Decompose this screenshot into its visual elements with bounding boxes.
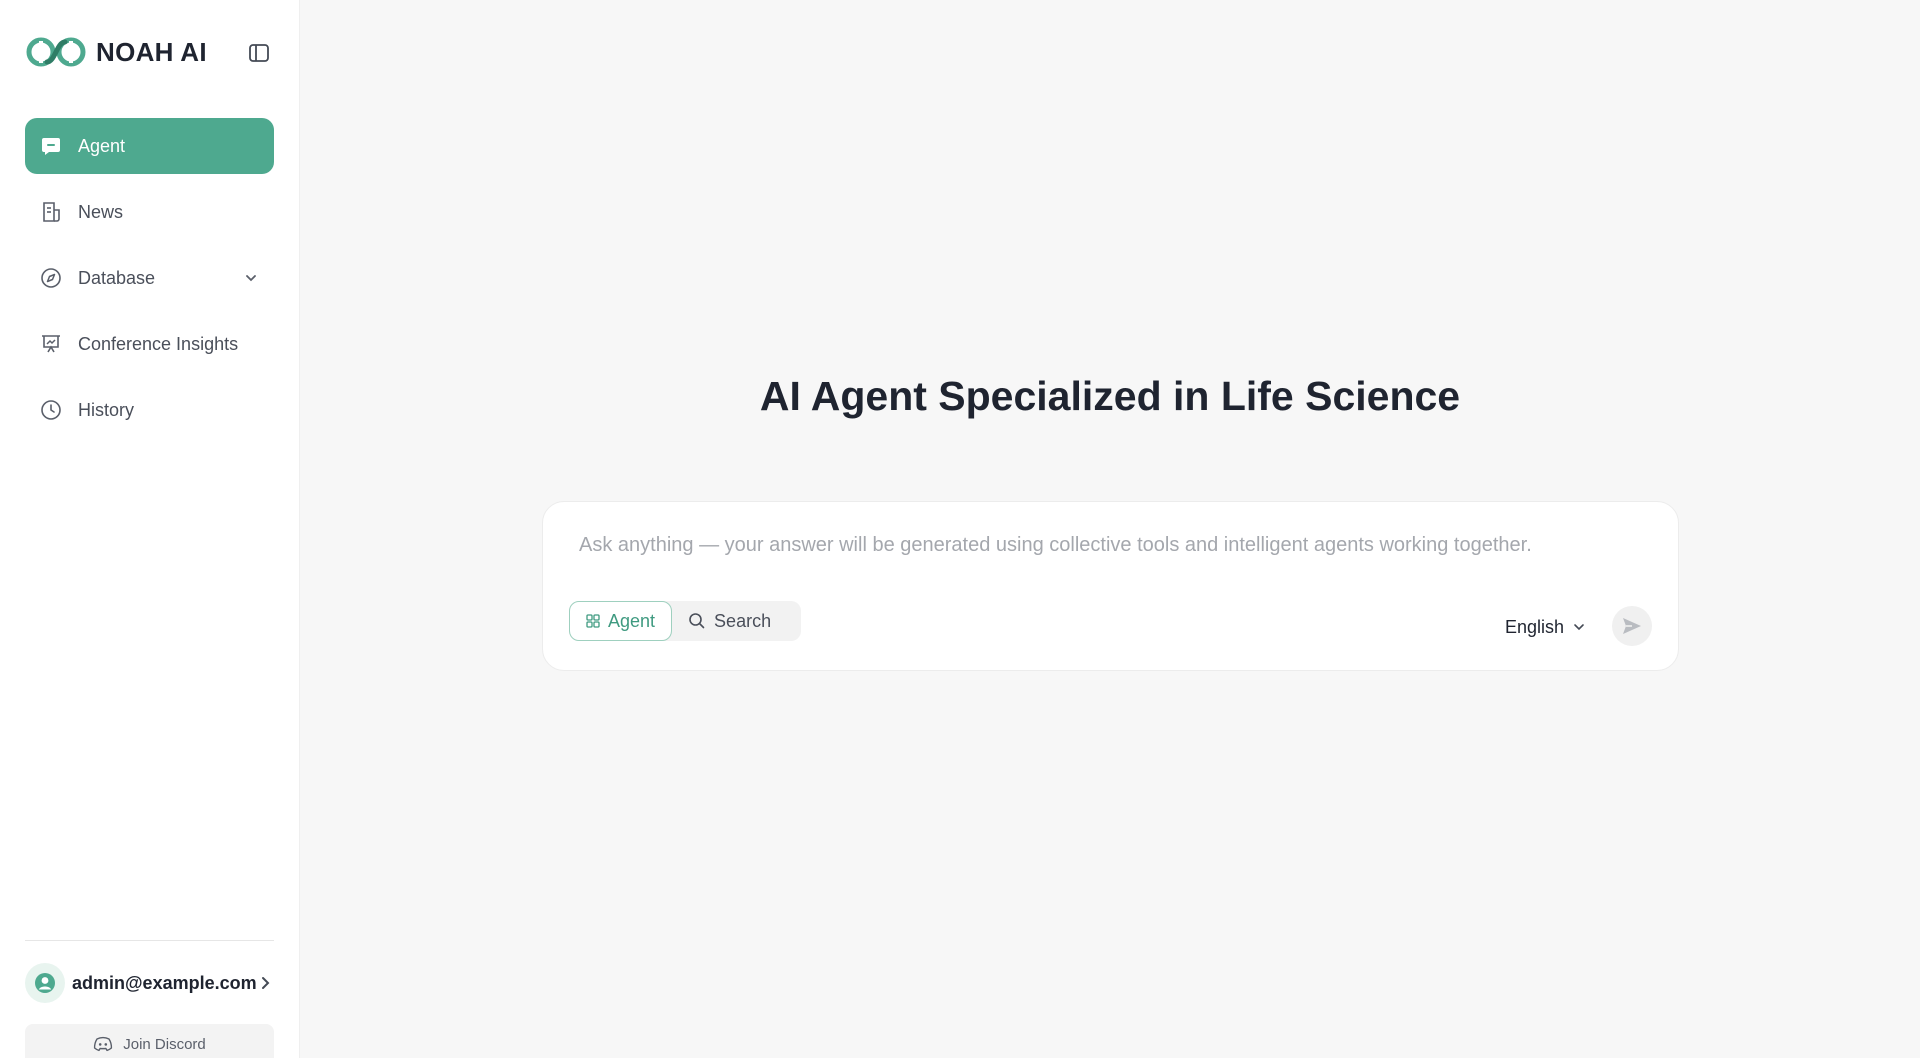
user-avatar-icon: [35, 973, 55, 993]
chevron-down-icon: [1572, 620, 1586, 634]
chat-input[interactable]: [579, 530, 1639, 560]
presentation-icon: [39, 332, 63, 356]
sidebar-divider: [25, 940, 274, 941]
user-menu[interactable]: admin@example.com: [25, 962, 274, 1004]
mode-search-button[interactable]: Search: [672, 601, 787, 641]
sidebar-item-label: News: [78, 201, 124, 222]
join-discord-button[interactable]: Join Discord: [25, 1024, 274, 1058]
join-discord-label: Join Discord: [123, 1035, 206, 1053]
sidebar-item-label: History: [78, 399, 135, 420]
noah-logo-icon: [26, 37, 86, 67]
sidebar-item-label: Conference Insights: [78, 333, 239, 354]
discord-icon: [94, 1036, 113, 1052]
agent-grid-icon: [586, 614, 600, 628]
send-icon: [1623, 618, 1641, 634]
chevron-right-icon: [260, 976, 274, 990]
brand[interactable]: NOAH AI: [25, 32, 207, 72]
sidebar-toggle-icon: [249, 44, 269, 62]
mode-agent-label: Agent: [608, 610, 656, 631]
newspaper-icon: [39, 200, 63, 224]
page-title: AI Agent Specialized in Life Science: [759, 373, 1461, 419]
avatar: [25, 963, 65, 1003]
chat-bubble-icon: [39, 134, 63, 158]
mode-agent-button[interactable]: Agent: [569, 601, 673, 641]
language-value: English: [1505, 616, 1565, 637]
sidebar-item-history[interactable]: History: [25, 382, 274, 438]
search-icon: [689, 613, 705, 629]
sidebar-nav: Agent News Database Conference Insights …: [25, 118, 274, 448]
sidebar-item-label: Agent: [78, 135, 126, 156]
sidebar-item-label: Database: [78, 267, 156, 288]
sidebar-item-database[interactable]: Database: [25, 250, 274, 306]
compass-icon: [39, 266, 63, 290]
sidebar-item-news[interactable]: News: [25, 184, 274, 240]
user-email: admin@example.com: [72, 972, 257, 993]
chat-composer: Agent Search English: [542, 501, 1679, 671]
mode-search-label: Search: [714, 610, 772, 631]
sidebar: NOAH AI Agent News Database Conference I…: [0, 0, 300, 1058]
language-select[interactable]: English: [1505, 614, 1586, 640]
send-button[interactable]: [1612, 606, 1652, 646]
chevron-down-icon[interactable]: [244, 270, 260, 286]
sidebar-item-conference-insights[interactable]: Conference Insights: [25, 316, 274, 372]
sidebar-toggle-button[interactable]: [246, 40, 272, 66]
mode-toggle-group: Agent Search: [569, 601, 802, 641]
brand-name: NOAH AI: [96, 36, 207, 67]
sidebar-item-agent[interactable]: Agent: [25, 118, 274, 174]
clock-icon: [39, 398, 63, 422]
